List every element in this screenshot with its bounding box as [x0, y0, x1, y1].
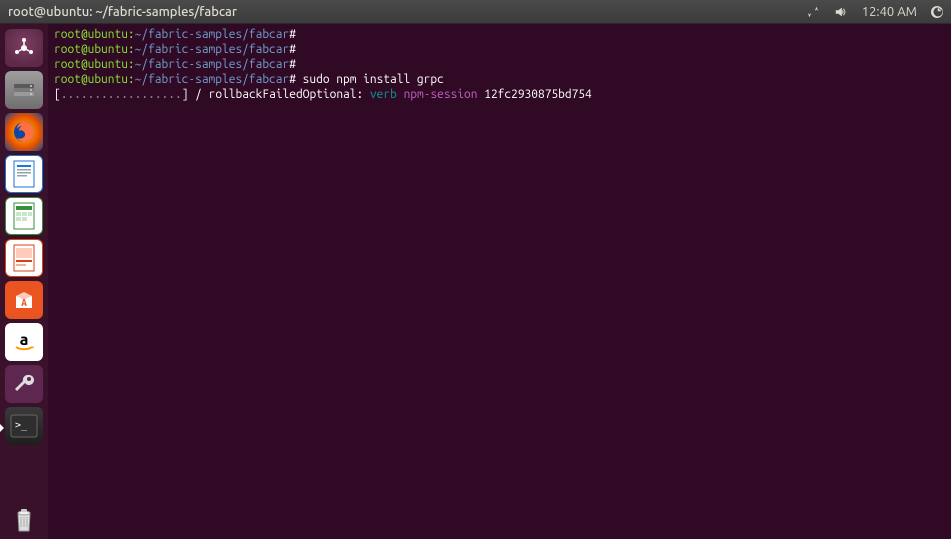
prompt-user-host: root@ubuntu: — [54, 43, 135, 56]
prompt-symbol: # — [289, 28, 296, 41]
spinner-char: / — [195, 88, 202, 101]
prompt-path: ~/fabric-samples/fabcar — [135, 28, 290, 41]
files-icon — [5, 71, 43, 109]
unity-launcher: A a >_ — [0, 24, 48, 539]
settings-icon — [5, 365, 43, 403]
sound-icon[interactable] — [834, 5, 848, 19]
writer-icon — [5, 155, 43, 193]
launcher-dash[interactable] — [4, 28, 44, 68]
progress-dots: .................. — [61, 88, 182, 101]
dash-icon — [5, 29, 43, 67]
prompt-user-host: root@ubuntu: — [54, 58, 135, 71]
launcher-amazon[interactable]: a — [4, 322, 44, 362]
cmd-line-4: sudo npm install grpc — [303, 73, 444, 86]
window-title: root@ubuntu: ~/fabric-samples/fabcar — [8, 5, 237, 19]
launcher-impress[interactable] — [4, 238, 44, 278]
prompt-user-host: root@ubuntu: — [54, 73, 135, 86]
progress-close: ] — [182, 88, 189, 101]
progress-open: [ — [54, 88, 61, 101]
launcher-trash[interactable] — [4, 499, 44, 539]
rollback-text: rollbackFailedOptional: — [209, 88, 364, 101]
verb-label: verb — [370, 88, 397, 101]
launcher-software[interactable]: A — [4, 280, 44, 320]
terminal-window[interactable]: root@ubuntu:~/fabric-samples/fabcar# roo… — [48, 24, 951, 539]
prompt-symbol: # — [289, 58, 296, 71]
top-menubar: root@ubuntu: ~/fabric-samples/fabcar 12:… — [0, 0, 951, 24]
firefox-icon — [5, 113, 43, 151]
launcher-calc[interactable] — [4, 196, 44, 236]
trash-icon — [5, 500, 43, 538]
amazon-icon: a — [5, 323, 43, 361]
prompt-symbol: # — [289, 43, 296, 56]
terminal-icon: >_ — [5, 407, 43, 445]
session-hash: 12fc2930875bd754 — [484, 88, 592, 101]
prompt-symbol: # — [289, 73, 296, 86]
session-icon[interactable] — [931, 6, 943, 18]
impress-icon — [5, 239, 43, 277]
network-icon[interactable] — [806, 5, 820, 19]
launcher-settings[interactable] — [4, 364, 44, 404]
prompt-path: ~/fabric-samples/fabcar — [135, 43, 290, 56]
launcher-terminal[interactable]: >_ — [4, 406, 44, 446]
clock-text[interactable]: 12:40 AM — [862, 5, 917, 19]
prompt-user-host: root@ubuntu: — [54, 28, 135, 41]
prompt-path: ~/fabric-samples/fabcar — [135, 58, 290, 71]
launcher-files[interactable] — [4, 70, 44, 110]
calc-icon — [5, 197, 43, 235]
launcher-writer[interactable] — [4, 154, 44, 194]
software-icon: A — [5, 281, 43, 319]
svg-text:A: A — [21, 297, 27, 308]
svg-text:>_: >_ — [15, 420, 28, 431]
prompt-path: ~/fabric-samples/fabcar — [135, 73, 290, 86]
svg-text:a: a — [20, 331, 29, 349]
npm-session-label: npm-session — [404, 88, 478, 101]
launcher-firefox[interactable] — [4, 112, 44, 152]
